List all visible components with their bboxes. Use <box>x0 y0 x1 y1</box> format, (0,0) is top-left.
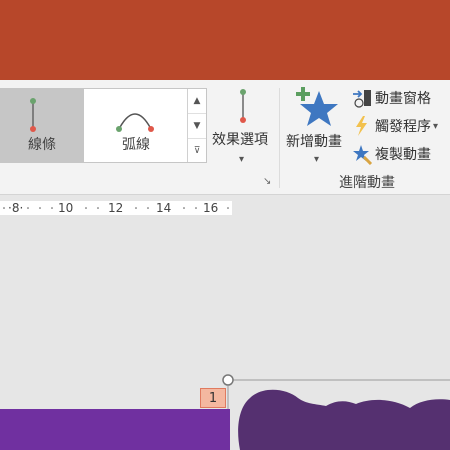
cloud-shape <box>238 389 450 450</box>
purple-shape[interactable] <box>0 409 230 450</box>
rotation-handle-icon[interactable] <box>221 373 235 387</box>
animation-sequence-tag[interactable]: 1 <box>200 388 226 408</box>
